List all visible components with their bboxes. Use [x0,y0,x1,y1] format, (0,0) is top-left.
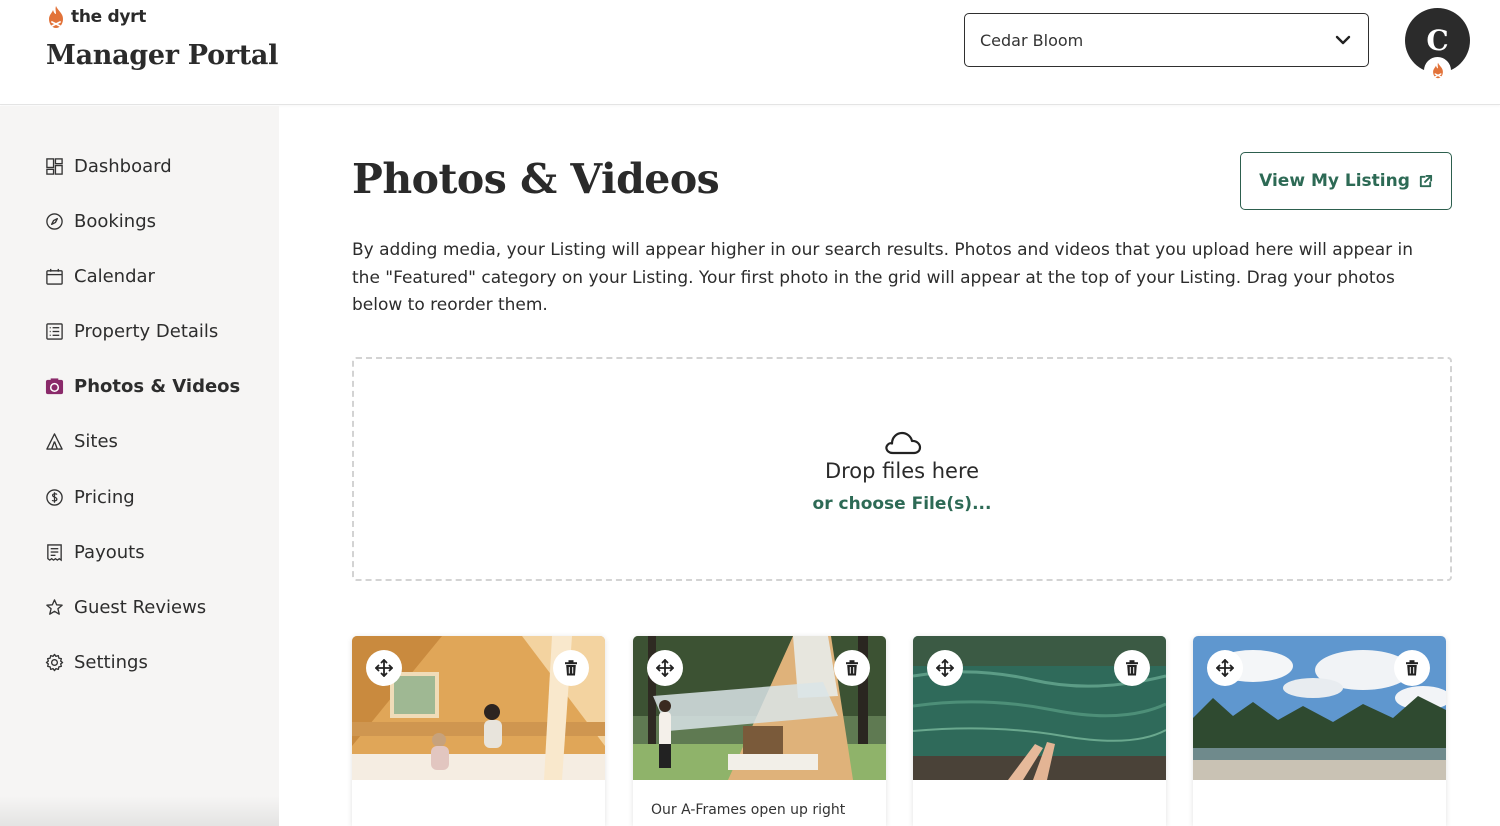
compass-icon [45,212,64,231]
chevron-down-icon [1335,35,1351,45]
photo-card[interactable] [1193,636,1446,826]
move-arrows-icon [936,659,954,677]
portal-title: Manager Portal [46,40,279,71]
photo-card[interactable] [352,636,605,826]
photo-card[interactable]: Our A-Frames open up right [633,636,886,826]
campfire-logo-icon [49,6,63,28]
sidebar-item-payouts[interactable]: Payouts [45,537,145,567]
file-dropzone[interactable]: Drop files here or choose File(s)... [352,357,1452,581]
delete-photo-button[interactable] [1114,650,1150,686]
campground-select-value: Cedar Bloom [980,30,1084,50]
page-title: Photos & Videos [352,155,720,203]
photo-card[interactable] [913,636,1166,826]
sidebar-item-label: Dashboard [74,155,172,177]
sidebar-item-guest-reviews[interactable]: Guest Reviews [45,592,206,622]
drag-handle[interactable] [927,650,963,686]
sidebar-item-label: Calendar [74,265,155,287]
sidebar-item-pricing[interactable]: Pricing [45,482,135,512]
sidebar-item-label: Guest Reviews [74,596,207,618]
sidebar-bottom-shadow [0,796,279,826]
sidebar-item-label: Property Details [74,320,219,342]
sidebar-item-property-details[interactable]: Property Details [45,316,218,346]
delete-photo-button[interactable] [1394,650,1430,686]
dashboard-icon [45,157,64,176]
sidebar-item-label: Photos & Videos [74,375,241,397]
sidebar-item-photos-videos[interactable]: Photos & Videos [45,371,240,401]
choose-files-link[interactable]: or choose File(s)... [354,494,1450,514]
sidebar-item-label: Bookings [74,210,157,232]
sidebar-item-bookings[interactable]: Bookings [45,206,156,236]
sidebar-item-calendar[interactable]: Calendar [45,261,155,291]
view-my-listing-label: View My Listing [1259,171,1410,191]
delete-photo-button[interactable] [834,650,870,686]
trash-icon [1126,660,1138,676]
trash-icon [1406,660,1418,676]
sidebar-item-label: Sites [74,430,118,452]
photo-caption[interactable]: Our A-Frames open up right [651,802,845,818]
camera-icon [45,377,64,396]
trash-icon [565,660,577,676]
dropzone-title: Drop files here [824,459,980,483]
campground-select[interactable]: Cedar Bloom [964,13,1369,67]
tent-icon [45,432,64,451]
top-header: the dyrt Manager Portal Cedar Bloom C [0,0,1500,105]
list-icon [45,322,64,341]
sidebar-nav: Dashboard Bookings Calendar Property Det… [0,106,279,826]
sidebar-item-settings[interactable]: Settings [45,647,148,677]
intro-text: By adding media, your Listing will appea… [352,240,1414,315]
calendar-icon [45,267,64,286]
move-arrows-icon [1216,659,1234,677]
sidebar-item-label: Payouts [74,541,145,563]
sidebar-item-sites[interactable]: Sites [45,426,118,456]
drag-handle[interactable] [366,650,402,686]
receipt-icon [45,543,64,562]
delete-photo-button[interactable] [553,650,589,686]
drag-handle[interactable] [1207,650,1243,686]
avatar-badge [1424,57,1451,84]
gear-icon [45,653,64,672]
view-my-listing-button[interactable]: View My Listing [1240,152,1452,210]
brand-name: the dyrt [71,7,147,27]
dollar-circle-icon [45,488,64,507]
trash-icon [846,660,858,676]
brand-logo[interactable]: the dyrt [46,5,146,29]
drag-handle[interactable] [647,650,683,686]
star-icon [45,598,64,617]
move-arrows-icon [375,659,393,677]
campfire-badge-icon [1432,62,1443,79]
sidebar-item-label: Settings [74,651,148,673]
sidebar-item-label: Pricing [74,486,135,508]
external-link-icon [1419,174,1432,187]
cloud-upload-icon [885,431,922,455]
move-arrows-icon [656,659,674,677]
sidebar-item-dashboard[interactable]: Dashboard [45,151,172,181]
